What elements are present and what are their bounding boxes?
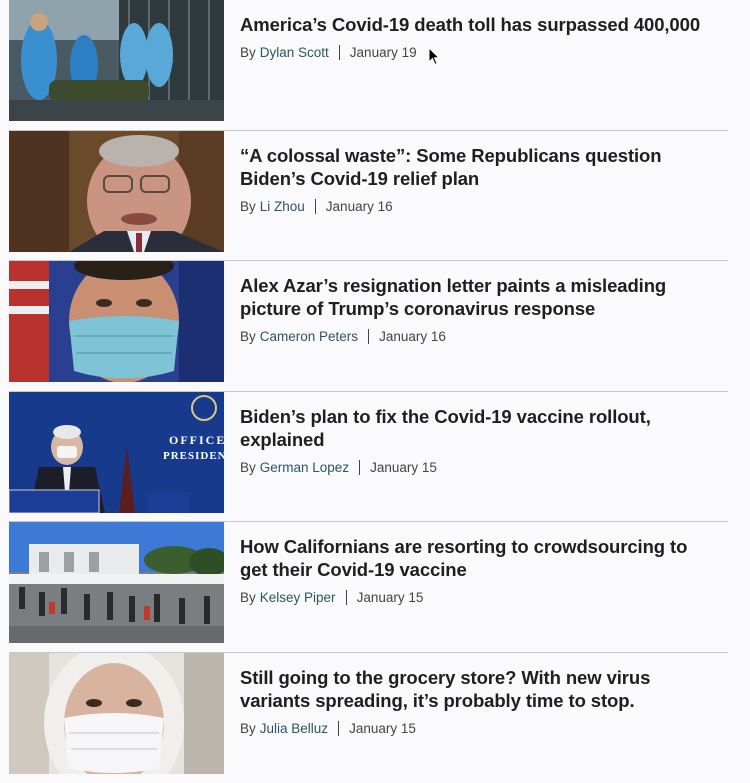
article-feed: America’s Covid-19 death toll has surpas… xyxy=(9,0,728,783)
article-date: January 19 xyxy=(350,45,417,60)
author-link[interactable]: Dylan Scott xyxy=(260,45,329,60)
article-date: January 16 xyxy=(379,329,446,344)
health-workers-photo xyxy=(9,0,224,121)
article-item: How Californians are resorting to crowds… xyxy=(9,522,728,653)
article-thumbnail[interactable] xyxy=(9,522,224,643)
article-headline[interactable]: Alex Azar’s resignation letter paints a … xyxy=(240,274,710,320)
article-thumbnail[interactable] xyxy=(9,131,224,252)
article-date: January 15 xyxy=(357,590,424,605)
byline-prefix: By xyxy=(240,329,256,344)
byline-prefix: By xyxy=(240,460,256,475)
author-link[interactable]: Julia Belluz xyxy=(260,721,328,736)
author-link[interactable]: German Lopez xyxy=(260,460,349,475)
article-headline[interactable]: America’s Covid-19 death toll has surpas… xyxy=(240,13,710,36)
author-link[interactable]: Cameron Peters xyxy=(260,329,358,344)
byline: By Kelsey Piper January 15 xyxy=(240,590,710,605)
senator-photo xyxy=(9,131,224,252)
backdrop-text-office: OFFICE xyxy=(169,433,224,447)
byline: By Cameron Peters January 16 xyxy=(240,329,710,344)
author-link[interactable]: Kelsey Piper xyxy=(260,590,336,605)
byline-divider xyxy=(315,199,316,214)
article-headline[interactable]: Still going to the grocery store? With n… xyxy=(240,666,710,712)
vaccine-line-photo xyxy=(9,522,224,643)
byline-divider xyxy=(368,329,369,344)
byline-prefix: By xyxy=(240,199,256,214)
masked-woman-photo xyxy=(9,653,224,774)
byline-prefix: By xyxy=(240,721,256,736)
article-item: Still going to the grocery store? With n… xyxy=(9,653,728,783)
article-date: January 15 xyxy=(370,460,437,475)
byline-prefix: By xyxy=(240,590,256,605)
byline: By Dylan Scott January 19 xyxy=(240,45,710,60)
article-headline[interactable]: Biden’s plan to fix the Covid-19 vaccine… xyxy=(240,405,710,451)
article-item: OFFICE PRESIDENT Biden’s plan to fix the… xyxy=(9,392,728,523)
article-item: America’s Covid-19 death toll has surpas… xyxy=(9,0,728,131)
byline-divider xyxy=(338,721,339,736)
byline-prefix: By xyxy=(240,45,256,60)
author-link[interactable]: Li Zhou xyxy=(260,199,305,214)
biden-podium-photo: OFFICE PRESIDENT xyxy=(9,392,224,513)
article-thumbnail[interactable]: OFFICE PRESIDENT xyxy=(9,392,224,513)
article-thumbnail[interactable] xyxy=(9,653,224,774)
byline: By Li Zhou January 16 xyxy=(240,199,710,214)
article-item: Alex Azar’s resignation letter paints a … xyxy=(9,261,728,392)
backdrop-text-president: PRESIDENT xyxy=(163,450,224,462)
byline: By German Lopez January 15 xyxy=(240,460,710,475)
masked-official-photo xyxy=(9,261,224,382)
byline: By Julia Belluz January 15 xyxy=(240,721,710,736)
article-date: January 16 xyxy=(326,199,393,214)
byline-divider xyxy=(359,460,360,475)
byline-divider xyxy=(346,590,347,605)
mouse-pointer-icon xyxy=(428,47,440,66)
article-headline[interactable]: How Californians are resorting to crowds… xyxy=(240,535,710,581)
article-item: “A colossal waste”: Some Republicans que… xyxy=(9,131,728,262)
article-thumbnail[interactable] xyxy=(9,0,224,121)
article-headline[interactable]: “A colossal waste”: Some Republicans que… xyxy=(240,144,710,190)
article-thumbnail[interactable] xyxy=(9,261,224,382)
byline-divider xyxy=(339,45,340,60)
article-date: January 15 xyxy=(349,721,416,736)
